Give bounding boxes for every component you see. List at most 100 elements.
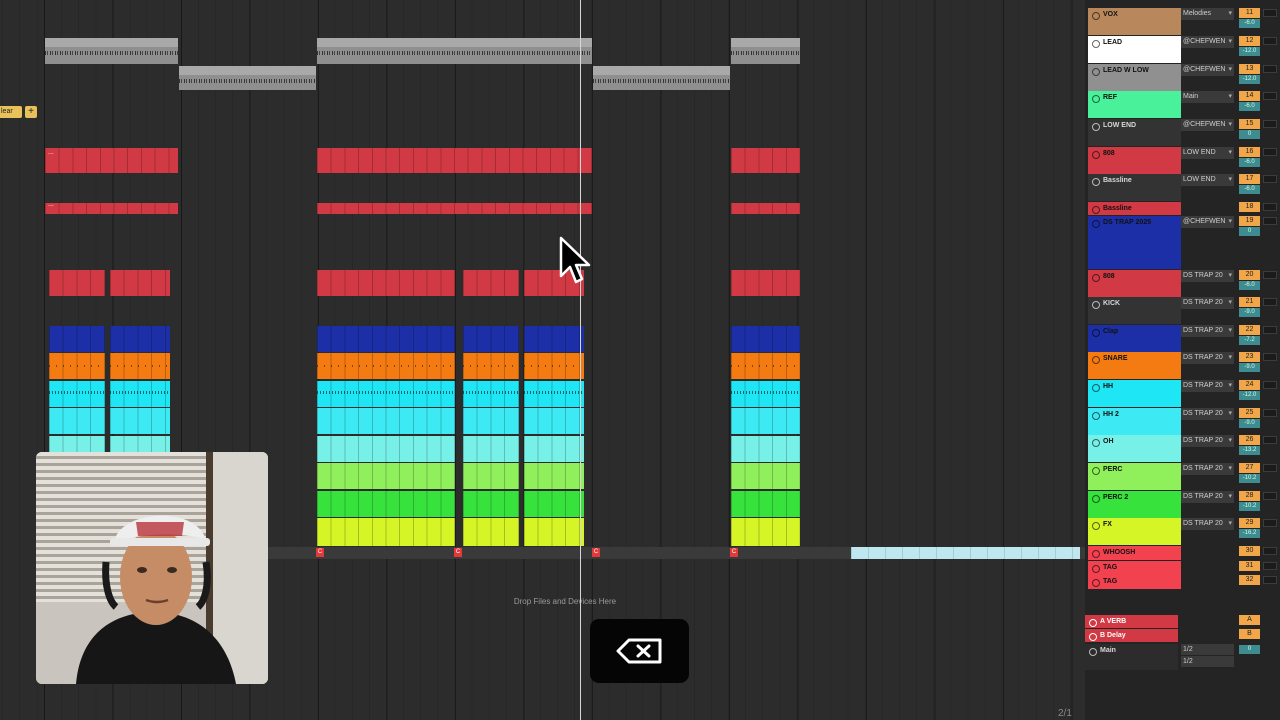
track-row[interactable]: FX DS TRAP 20 ▾ 29 -16.2	[1085, 518, 1280, 545]
midi-clip-fx[interactable]	[463, 518, 519, 546]
fold-toggle-icon[interactable]	[1092, 178, 1100, 186]
track-name-header[interactable]: LEAD	[1088, 36, 1181, 63]
fold-toggle-icon[interactable]	[1092, 329, 1100, 337]
track-row[interactable]: PERC 2 DS TRAP 20 ▾ 28 -10.2	[1085, 491, 1280, 518]
midi-clip-hh2[interactable]	[524, 408, 584, 434]
midi-clip-oh[interactable]	[524, 436, 584, 462]
track-name-header[interactable]: FX	[1088, 518, 1181, 545]
fold-toggle-icon[interactable]	[1089, 633, 1097, 641]
track-volume-value[interactable]: -12.0	[1239, 47, 1260, 56]
scene-marker[interactable]: C	[316, 548, 324, 557]
output-routing-select[interactable]: @CHEFWEN ▾	[1181, 119, 1234, 131]
track-volume-value[interactable]: 0	[1239, 130, 1260, 139]
midi-clip-snare[interactable]	[524, 353, 584, 379]
output-routing-select[interactable]: DS TRAP 20 ▾	[1181, 380, 1234, 392]
track-volume-value[interactable]: -6.0	[1239, 19, 1260, 28]
track-name-header[interactable]: OH	[1088, 435, 1181, 462]
midi-clip-oh[interactable]	[731, 436, 800, 462]
track-row[interactable]: WHOOSH 30	[1085, 546, 1280, 560]
midi-clip-hh2[interactable]	[317, 408, 455, 434]
midi-clip-clap[interactable]	[463, 326, 519, 352]
fold-toggle-icon[interactable]	[1092, 550, 1100, 558]
fold-toggle-icon[interactable]	[1092, 220, 1100, 228]
midi-clip-bassline[interactable]	[731, 203, 800, 214]
midi-clip-clap[interactable]	[110, 326, 170, 352]
fold-toggle-icon[interactable]	[1092, 123, 1100, 131]
midi-clip-bassline[interactable]: ...	[45, 203, 178, 214]
main-output-select[interactable]: 1/2	[1181, 644, 1234, 655]
track-number-button[interactable]: 23	[1239, 352, 1260, 362]
clear-button[interactable]: lear	[0, 106, 22, 118]
fold-toggle-icon[interactable]	[1092, 95, 1100, 103]
track-row[interactable]: OH DS TRAP 20 ▾ 26 -13.2	[1085, 435, 1280, 462]
track-name-header[interactable]: 808	[1088, 270, 1181, 297]
track-row[interactable]: 808 LOW END ▾ 16 -6.0	[1085, 147, 1280, 174]
track-volume-value[interactable]: -7.2	[1239, 336, 1260, 345]
output-routing-select[interactable]: DS TRAP 20 ▾	[1181, 352, 1234, 364]
track-number-button[interactable]: 13	[1239, 64, 1260, 74]
fold-toggle-icon[interactable]	[1092, 579, 1100, 587]
midi-clip-808[interactable]	[317, 148, 592, 173]
fold-toggle-icon[interactable]	[1092, 12, 1100, 20]
midi-clip-808[interactable]	[49, 270, 105, 296]
midi-clip-snare[interactable]	[317, 353, 455, 379]
fold-toggle-icon[interactable]	[1092, 356, 1100, 364]
midi-clip-oh[interactable]	[317, 436, 455, 462]
track-volume-value[interactable]: -12.0	[1239, 391, 1260, 400]
scene-marker[interactable]: C	[454, 548, 462, 557]
return-track-row[interactable]: B Delay B	[1085, 629, 1280, 642]
output-routing-select[interactable]: @CHEFWEN ▾	[1181, 36, 1234, 48]
midi-clip-snare[interactable]	[463, 353, 519, 379]
fold-toggle-icon[interactable]	[1092, 151, 1100, 159]
track-number-button[interactable]: 25	[1239, 408, 1260, 418]
output-routing-select[interactable]: Melodies ▾	[1181, 8, 1234, 20]
playhead[interactable]	[580, 0, 581, 720]
track-number-button[interactable]: 28	[1239, 491, 1260, 501]
fold-toggle-icon[interactable]	[1089, 648, 1097, 656]
track-name-header[interactable]: LEAD W LOW	[1088, 64, 1181, 91]
track-name-header[interactable]: PERC	[1088, 463, 1181, 490]
fold-toggle-icon[interactable]	[1092, 467, 1100, 475]
midi-clip-808[interactable]	[110, 270, 170, 296]
track-name-header[interactable]: 808	[1088, 147, 1181, 174]
fold-toggle-icon[interactable]	[1092, 274, 1100, 282]
track-row[interactable]: 808 DS TRAP 20 ▾ 20 -6.0	[1085, 270, 1280, 297]
track-volume-value[interactable]: -9.0	[1239, 308, 1260, 317]
output-routing-select[interactable]: DS TRAP 20 ▾	[1181, 463, 1234, 475]
audio-clip[interactable]: 1.ashes79bpm_@itsUNKWN	[317, 38, 592, 64]
scene-marker[interactable]: C	[592, 548, 600, 557]
track-number-button[interactable]: 31	[1239, 561, 1260, 571]
fold-toggle-icon[interactable]	[1089, 619, 1097, 627]
add-button[interactable]: +	[25, 106, 37, 118]
track-number-button[interactable]: 24	[1239, 380, 1260, 390]
track-number-button[interactable]: 11	[1239, 8, 1260, 18]
track-name-header[interactable]: Bassline	[1088, 174, 1181, 201]
return-track-row[interactable]: A VERB A	[1085, 615, 1280, 628]
midi-clip-perc2[interactable]	[524, 491, 584, 517]
track-number-button[interactable]: 29	[1239, 518, 1260, 528]
track-name-header[interactable]: Clap	[1088, 325, 1181, 352]
track-volume-value[interactable]: -10.2	[1239, 474, 1260, 483]
midi-clip-oh[interactable]	[110, 436, 170, 452]
track-volume-value[interactable]: -10.2	[1239, 502, 1260, 511]
midi-clip-clap[interactable]	[524, 326, 584, 352]
audio-clip[interactable]: 1.ashes79bpm_@itsUNKWN	[179, 66, 316, 90]
track-row[interactable]: LEAD W LOW @CHEFWEN ▾ 13 -12.0	[1085, 64, 1280, 91]
midi-clip-snare[interactable]	[49, 353, 105, 379]
midi-clip-808[interactable]	[463, 270, 519, 296]
track-row[interactable]: LEAD @CHEFWEN ▾ 12 -12.0	[1085, 36, 1280, 63]
midi-clip-hh[interactable]	[49, 381, 105, 407]
track-volume-value[interactable]: -6.0	[1239, 158, 1260, 167]
track-row[interactable]: TAG 32	[1085, 575, 1280, 589]
output-routing-select[interactable]: DS TRAP 20 ▾	[1181, 270, 1234, 282]
track-volume-value[interactable]: -6.0	[1239, 281, 1260, 290]
main-output-select[interactable]: 1/2	[1181, 656, 1234, 667]
midi-clip-clap[interactable]	[49, 326, 105, 352]
fold-toggle-icon[interactable]	[1092, 206, 1100, 214]
track-number-button[interactable]: 18	[1239, 202, 1260, 212]
track-number-button[interactable]: 14	[1239, 91, 1260, 101]
track-name-header[interactable]: HH 2	[1088, 408, 1181, 435]
output-routing-select[interactable]: DS TRAP 20 ▾	[1181, 297, 1234, 309]
track-number-button[interactable]: 22	[1239, 325, 1260, 335]
midi-clip-808[interactable]	[317, 270, 455, 296]
